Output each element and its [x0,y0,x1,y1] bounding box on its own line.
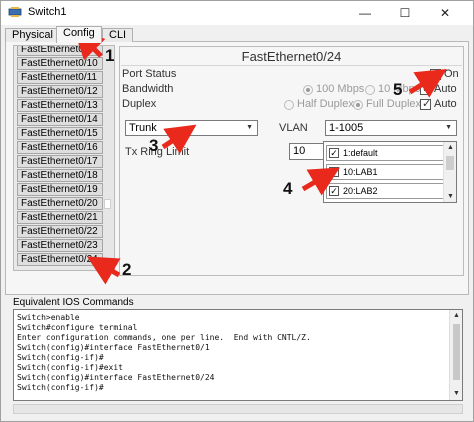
ios-commands-console[interactable]: Switch>enable Switch#configure terminal … [13,309,463,401]
bandwidth-10-radio[interactable] [365,85,375,95]
bandwidth-auto-checkbox[interactable]: ✓ [420,83,432,95]
tab-physical[interactable]: Physical [5,28,60,42]
ios-line: Switch(config-if)# [17,383,104,392]
half-duplex-label: Half Duplex [297,98,354,110]
checkbox-icon[interactable]: ✓ [329,186,339,196]
ios-console-scroll-thumb[interactable] [453,324,460,380]
interface-item[interactable]: FastEthernet0/21 [17,211,103,224]
ios-line: Switch(config-if)# [17,353,104,362]
duplex-auto-checkbox[interactable]: ✓ [420,98,432,110]
interface-item[interactable]: FastEthernet0/12 [17,85,103,98]
interface-list[interactable]: FastEthernet0/9 FastEthernet0/10 FastEth… [13,45,115,271]
interface-item[interactable]: FastEthernet0/20 [17,197,103,210]
vlan-item-label: 10:LAB1 [343,167,378,177]
scroll-down-icon[interactable]: ▼ [444,191,457,202]
half-duplex-radio[interactable] [284,100,294,110]
ios-commands-label: Equivalent IOS Commands [13,297,134,308]
annotation-number-4: 4 [283,179,293,198]
interface-list-scroll-thumb[interactable] [104,199,111,209]
switch-window: Switch1 — ☐ ✕ Physical Config CLI FastEt… [0,0,474,422]
bandwidth-100-radio[interactable] [303,85,313,95]
checkbox-icon[interactable]: ✓ [329,148,339,158]
minimize-button[interactable]: — [345,2,385,24]
scroll-down-icon[interactable]: ▼ [450,388,463,400]
interface-item[interactable]: FastEthernet0/22 [17,225,103,238]
tab-config[interactable]: Config [56,26,102,43]
bandwidth-label: Bandwidth [122,83,174,95]
ios-line: Enter configuration commands, one per li… [17,333,311,342]
interface-item[interactable]: FastEthernet0/14 [17,113,103,126]
annotation-number-2: 2 [122,260,132,279]
vlan-range-dropdown[interactable]: 1-1005 ▼ [325,120,457,136]
dropdown-arrow-icon: ▼ [246,124,253,131]
duplex-auto-label: Auto [434,98,457,110]
checkbox-icon: ✓ [432,68,442,80]
interface-item-selected[interactable]: FastEthernet0/24 [17,253,103,266]
port-mode-value: Trunk [129,122,157,134]
vlan-item[interactable]: ✓ 10:LAB1 [326,164,444,180]
vlan-list[interactable]: ✓ 1:default ✓ 10:LAB1 ✓ 20:LAB2 [323,141,457,203]
port-title: FastEthernet0/24 [241,49,342,64]
interface-item[interactable]: FastEthernet0/18 [17,169,103,182]
interface-item[interactable]: FastEthernet0/17 [17,155,103,168]
interface-item[interactable]: FastEthernet0/19 [17,183,103,196]
checkbox-icon: ✓ [422,98,432,110]
tx-ring-limit-input[interactable]: 10 [289,143,325,160]
interface-item[interactable]: FastEthernet0/10 [17,57,103,70]
window-title: Switch1 [28,6,67,18]
annotation-number-1: 1 [105,46,115,65]
interface-item[interactable]: FastEthernet0/15 [17,127,103,140]
dropdown-arrow-icon: ▼ [445,124,452,131]
ios-line: Switch#configure terminal [17,323,138,332]
vlan-label: VLAN [279,122,308,134]
vlan-item[interactable]: ✓ 20:LAB2 [326,183,444,199]
port-status-on-checkbox[interactable]: ✓ [430,68,442,80]
checkbox-icon[interactable]: ✓ [329,167,339,177]
ios-line: Switch>enable [17,313,80,322]
ios-line: Switch(config)#interface FastEthernet0/1 [17,343,210,352]
interface-list-scrollbar[interactable] [103,47,113,269]
switch-app-icon [8,7,22,17]
vlan-item-label: 1:default [343,148,378,158]
maximize-button[interactable]: ☐ [385,2,425,24]
vlan-item[interactable]: ✓ 1:default [326,145,444,161]
ios-line: Switch(config)#interface FastEthernet0/2… [17,373,215,382]
port-status-label: Port Status [122,68,177,80]
tab-cli[interactable]: CLI [102,28,134,42]
close-button[interactable]: ✕ [425,2,465,24]
interface-item[interactable]: FastEthernet0/23 [17,239,103,252]
vlan-item-label: 20:LAB2 [343,186,378,196]
checkbox-icon: ✓ [422,83,432,95]
scroll-up-icon[interactable]: ▲ [450,310,463,322]
vlan-range-value: 1-1005 [329,122,364,134]
full-duplex-radio[interactable] [353,100,363,110]
ios-console-scrollbar[interactable]: ▲ ▼ [449,310,462,400]
port-mode-dropdown[interactable]: Trunk ▼ [125,120,258,136]
port-status-on-label: On [444,68,459,80]
interface-item[interactable]: FastEthernet0/9 [17,46,103,56]
bandwidth-100-label: 100 Mbps [316,83,365,95]
interface-item[interactable]: FastEthernet0/16 [17,141,103,154]
bandwidth-auto-label: Auto [434,83,457,95]
vlan-list-scrollbar[interactable]: ▲ ▼ [443,142,456,202]
port-title-divider [121,65,462,66]
title-bar: Switch1 — ☐ ✕ [1,1,473,25]
interface-item[interactable]: FastEthernet0/13 [17,99,103,112]
annotation-number-5: 5 [393,80,403,99]
interface-item[interactable]: FastEthernet0/11 [17,71,103,84]
ios-line: Switch(config-if)#exit [17,363,123,372]
annotation-number-3: 3 [149,136,159,155]
vlan-list-scroll-thumb[interactable] [446,156,454,170]
horizontal-scrollbar[interactable] [13,404,463,414]
duplex-label: Duplex [122,98,157,110]
scroll-up-icon[interactable]: ▲ [444,142,457,153]
